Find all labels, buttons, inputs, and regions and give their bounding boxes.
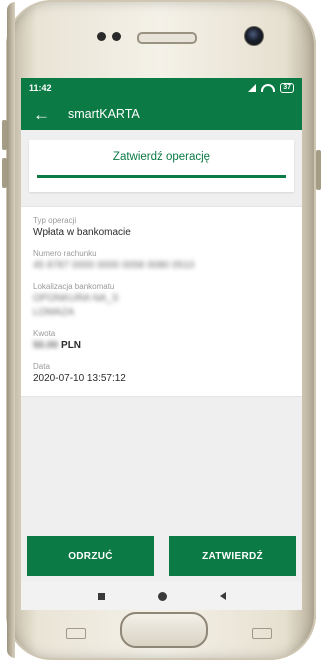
- phone-rim: [7, 2, 15, 658]
- front-camera-icon: [244, 26, 264, 46]
- amount-field: Kwota 50.00 PLN: [33, 328, 290, 353]
- home-hardware-button: [120, 612, 208, 648]
- phone-screen: 11:42 37 ← smartKARTA Zatwierdź operację…: [21, 78, 302, 610]
- tab-indicator: [37, 175, 286, 178]
- sensor-dots: [97, 32, 121, 41]
- account-number-label: Numero rachunku: [33, 249, 97, 258]
- home-icon[interactable]: [157, 591, 167, 601]
- earpiece-speaker: [137, 32, 197, 44]
- reject-button[interactable]: ODRZUĆ: [27, 536, 154, 576]
- date-field: Data 2020-07-10 13:57:12: [33, 361, 290, 386]
- recent-apps-icon[interactable]: [97, 592, 105, 600]
- tab-label: Zatwierdź operację: [112, 151, 211, 163]
- back-hardware-key: [252, 628, 272, 639]
- date-label: Data: [33, 362, 50, 371]
- recent-hardware-key: [66, 628, 86, 639]
- operation-type-field: Typ operacji Wpłata w bankomacie: [33, 215, 290, 240]
- wifi-icon: [261, 84, 276, 92]
- amount-label: Kwota: [33, 329, 56, 338]
- volume-up-key: [2, 120, 7, 150]
- confirm-button[interactable]: ZATWIERDŹ: [169, 536, 296, 576]
- amount-currency: PLN: [61, 340, 82, 351]
- amount-value: 50.00: [33, 340, 59, 351]
- atm-location-field: Lokalizacja bankomatu OPONKURA NA_S LOMA…: [33, 281, 290, 320]
- action-buttons: ODRZUĆ ZATWIERDŹ: [21, 536, 302, 576]
- confirm-operation-tab[interactable]: Zatwierdź operację: [29, 140, 294, 192]
- signal-icon: [248, 84, 257, 92]
- back-triangle-icon[interactable]: [219, 592, 226, 600]
- atm-location-line2: LOMAZA: [33, 307, 75, 318]
- account-number-field: Numero rachunku 45 8787 0000 0000 0058 0…: [33, 248, 290, 273]
- battery-icon: 37: [280, 83, 294, 93]
- app-bar: ← smartKARTA: [21, 98, 302, 130]
- status-time: 11:42: [29, 83, 52, 93]
- operation-details: Typ operacji Wpłata w bankomacie Numero …: [21, 206, 302, 397]
- power-key: [316, 150, 321, 190]
- app-title: smartKARTA: [68, 107, 140, 121]
- status-icons: 37: [248, 83, 294, 93]
- operation-type-value: Wpłata w bankomacie: [33, 227, 131, 238]
- amount-row: 50.00 PLN: [33, 339, 290, 353]
- status-bar: 11:42 37: [21, 78, 302, 98]
- atm-location-line1: OPONKURA NA_S: [33, 293, 119, 304]
- android-nav-bar: [21, 582, 302, 610]
- back-arrow-icon[interactable]: ←: [33, 106, 50, 123]
- volume-down-key: [2, 158, 7, 188]
- atm-location-label: Lokalizacja bankomatu: [33, 282, 115, 291]
- date-value: 2020-07-10 13:57:12: [33, 373, 126, 384]
- phone-mockup: 11:42 37 ← smartKARTA Zatwierdź operację…: [0, 0, 322, 662]
- account-number-value: 45 8787 0000 0000 0058 0080 0510: [33, 260, 195, 271]
- operation-type-label: Typ operacji: [33, 216, 77, 225]
